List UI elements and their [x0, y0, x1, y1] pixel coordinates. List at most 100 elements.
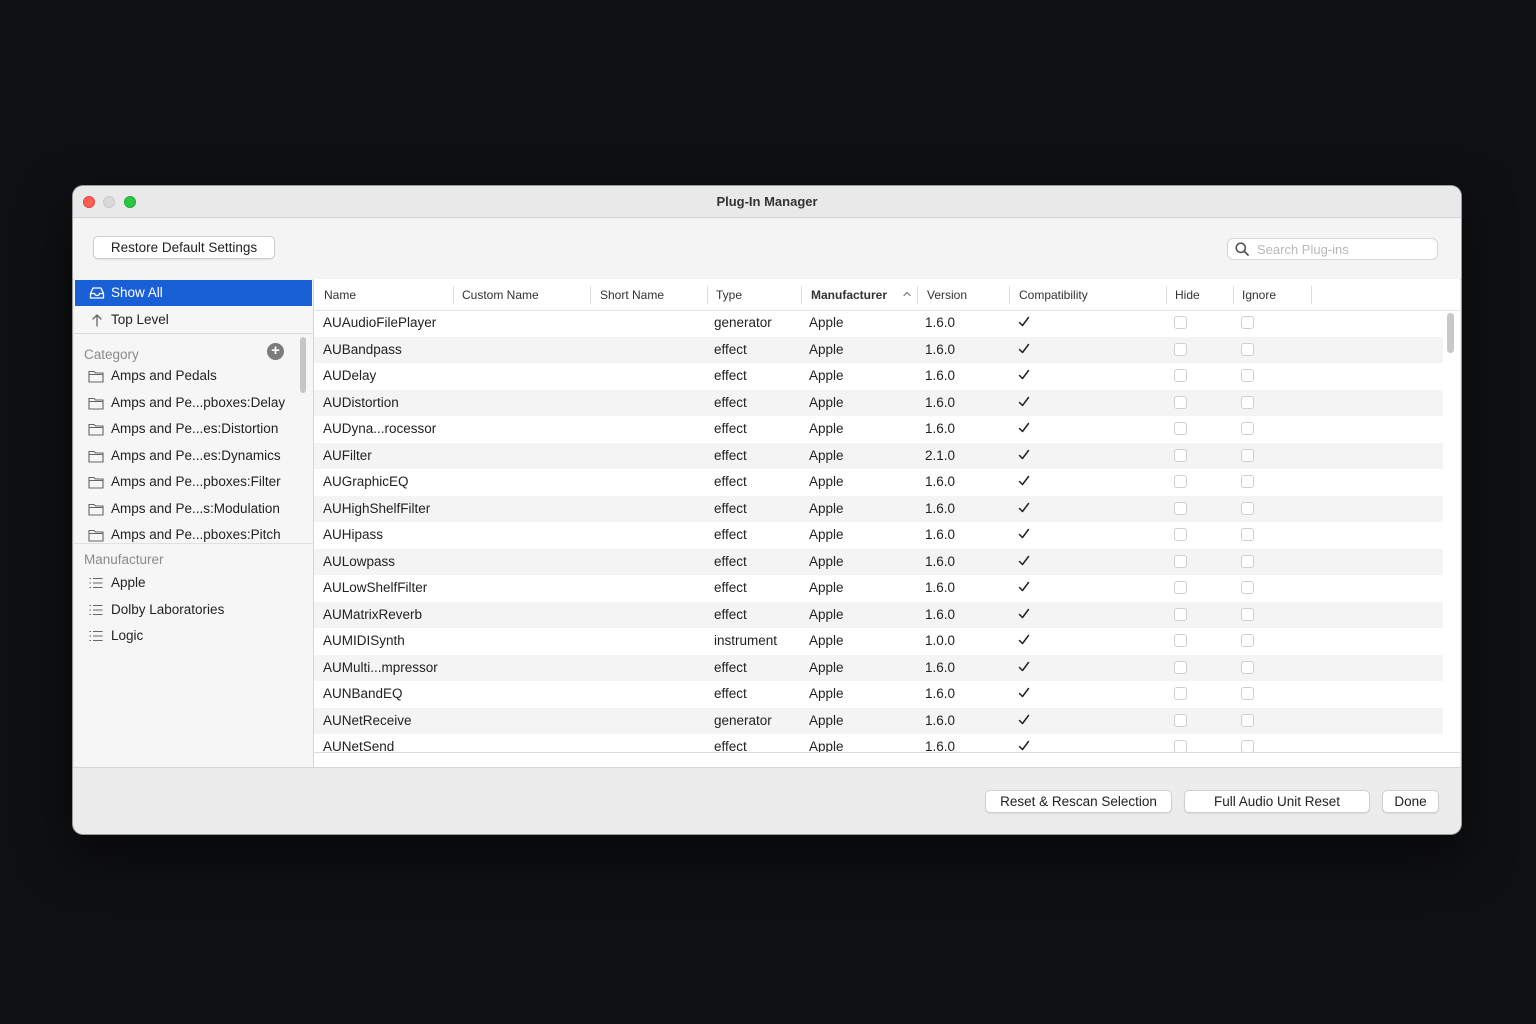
plugin-manufacturer-cell: Apple — [809, 527, 844, 542]
sidebar-item-category[interactable]: Amps and Pe...s:Modulation — [74, 496, 300, 522]
table-row[interactable]: AULowShelfFilter effect Apple 1.6.0 — [314, 575, 1443, 602]
column-separator[interactable] — [1009, 286, 1010, 304]
hide-checkbox[interactable] — [1174, 607, 1187, 621]
ignore-checkbox[interactable] — [1241, 554, 1254, 568]
column-header-type[interactable]: Type — [716, 288, 742, 302]
ignore-checkbox[interactable] — [1241, 448, 1254, 462]
hide-checkbox[interactable] — [1174, 660, 1187, 674]
hide-checkbox[interactable] — [1174, 448, 1187, 462]
add-category-button[interactable]: + — [267, 343, 284, 360]
ignore-checkbox[interactable] — [1241, 528, 1254, 541]
restore-default-settings-button[interactable]: Restore Default Settings — [93, 236, 275, 259]
table-row[interactable]: AUMatrixReverb effect Apple 1.6.0 — [314, 601, 1443, 628]
ignore-checkbox[interactable] — [1241, 713, 1254, 727]
table-row[interactable]: AUHipass effect Apple 1.6.0 — [314, 522, 1443, 549]
column-header-version[interactable]: Version — [927, 288, 967, 302]
hide-checkbox[interactable] — [1174, 369, 1187, 382]
sidebar-item-manufacturer[interactable]: Dolby Laboratories — [74, 597, 310, 623]
column-separator[interactable] — [453, 286, 454, 304]
full-audio-unit-reset-button[interactable]: Full Audio Unit Reset — [1184, 790, 1370, 813]
column-separator[interactable] — [917, 286, 918, 304]
table-row[interactable]: AULowpass effect Apple 1.6.0 — [314, 548, 1443, 575]
table-row[interactable]: AUBandpass effect Apple 1.6.0 — [314, 336, 1443, 363]
table-row[interactable]: AUMulti...mpressor effect Apple 1.6.0 — [314, 654, 1443, 681]
ignore-checkbox[interactable] — [1241, 316, 1254, 329]
table-row[interactable]: AUMIDISynth instrument Apple 1.0.0 — [314, 628, 1443, 655]
sidebar-item-category[interactable]: Amps and Pe...es:Distortion — [74, 416, 300, 442]
plugin-name-cell: AUNetSend — [323, 739, 395, 752]
sidebar-item-top-level[interactable]: Top Level — [75, 307, 312, 333]
column-separator[interactable] — [1311, 286, 1312, 304]
hide-checkbox[interactable] — [1174, 422, 1187, 435]
table-body: AUAudioFilePlayer generator Apple 1.6.0 AUBa… — [314, 310, 1443, 752]
hide-checkbox[interactable] — [1174, 501, 1187, 515]
ignore-checkbox[interactable] — [1241, 342, 1254, 356]
search-field[interactable]: Search Plug-ins — [1227, 238, 1438, 260]
column-separator[interactable] — [1233, 286, 1234, 304]
hide-checkbox[interactable] — [1174, 581, 1187, 594]
table-row[interactable]: AUAudioFilePlayer generator Apple 1.6.0 — [314, 310, 1443, 337]
hide-checkbox[interactable] — [1174, 740, 1187, 752]
table-row[interactable]: AUHighShelfFilter effect Apple 1.6.0 — [314, 495, 1443, 522]
table-row[interactable]: AUDelay effect Apple 1.6.0 — [314, 363, 1443, 390]
column-header-ignore[interactable]: Ignore — [1242, 288, 1276, 302]
table-row[interactable]: AUDyna...rocessor effect Apple 1.6.0 — [314, 416, 1443, 443]
column-header-name[interactable]: Name — [324, 288, 356, 302]
sidebar-item-category[interactable]: Amps and Pe...pboxes:Pitch — [74, 522, 300, 543]
hide-checkbox[interactable] — [1174, 554, 1187, 568]
table-row[interactable]: AUFilter effect Apple 2.1.0 — [314, 442, 1443, 469]
column-header-short-name[interactable]: Short Name — [600, 288, 664, 302]
hide-checkbox[interactable] — [1174, 713, 1187, 727]
sidebar-item-manufacturer[interactable]: Logic — [74, 623, 310, 649]
plugin-version-cell: 1.6.0 — [925, 500, 956, 516]
sidebar-item-show-all[interactable]: Show All — [75, 280, 312, 306]
ignore-checkbox[interactable] — [1241, 581, 1254, 594]
column-separator[interactable] — [707, 286, 708, 304]
ignore-checkbox[interactable] — [1241, 501, 1254, 515]
category-label: Amps and Pe...pboxes:Delay — [111, 394, 286, 410]
done-button[interactable]: Done — [1382, 790, 1439, 813]
hide-checkbox[interactable] — [1174, 634, 1187, 647]
table-scrollbar[interactable] — [1447, 313, 1454, 353]
ignore-checkbox[interactable] — [1241, 422, 1254, 435]
hide-checkbox[interactable] — [1174, 687, 1187, 700]
ignore-checkbox[interactable] — [1241, 740, 1254, 752]
sidebar-item-category[interactable]: Amps and Pe...es:Dynamics — [74, 443, 300, 469]
column-header-hide[interactable]: Hide — [1175, 288, 1200, 302]
category-label: Amps and Pe...pboxes:Filter — [111, 474, 281, 489]
ignore-checkbox[interactable] — [1241, 369, 1254, 382]
ignore-checkbox[interactable] — [1241, 475, 1254, 488]
column-header-manufacturer[interactable]: Manufacturer — [811, 288, 887, 302]
table-row[interactable]: AUDistortion effect Apple 1.6.0 — [314, 389, 1443, 416]
ignore-checkbox[interactable] — [1241, 607, 1254, 621]
sidebar-item-category[interactable]: Amps and Pe...pboxes:Filter — [74, 469, 300, 495]
folder-icon — [88, 529, 104, 542]
plugin-name-cell: AULowShelfFilter — [323, 580, 428, 595]
reset-rescan-selection-button[interactable]: Reset & Rescan Selection — [985, 790, 1172, 813]
table-row[interactable]: AUGraphicEQ effect Apple 1.6.0 — [314, 469, 1443, 496]
column-separator[interactable] — [801, 286, 802, 304]
manufacturer-label: Dolby Laboratories — [111, 601, 225, 617]
hide-checkbox[interactable] — [1174, 316, 1187, 329]
column-header-custom-name[interactable]: Custom Name — [462, 288, 539, 302]
column-header-compatibility[interactable]: Compatibility — [1019, 288, 1088, 302]
category-scrollbar[interactable] — [300, 337, 306, 393]
sidebar-item-manufacturer[interactable]: Apple — [74, 570, 310, 596]
ignore-checkbox[interactable] — [1241, 634, 1254, 647]
table-row[interactable]: AUNetSend effect Apple 1.6.0 — [314, 734, 1443, 752]
plugin-type-cell: effect — [714, 739, 747, 752]
ignore-checkbox[interactable] — [1241, 660, 1254, 674]
hide-checkbox[interactable] — [1174, 342, 1187, 356]
sidebar-item-category[interactable]: Amps and Pedals — [74, 363, 300, 389]
ignore-checkbox[interactable] — [1241, 395, 1254, 409]
hide-checkbox[interactable] — [1174, 395, 1187, 409]
plugin-name-cell: AUDyna...rocessor — [323, 421, 437, 436]
sidebar-item-category[interactable]: Amps and Pe...pboxes:Delay — [74, 390, 300, 416]
hide-checkbox[interactable] — [1174, 475, 1187, 488]
column-separator[interactable] — [590, 286, 591, 304]
hide-checkbox[interactable] — [1174, 528, 1187, 541]
column-separator[interactable] — [1166, 286, 1167, 304]
table-row[interactable]: AUNBandEQ effect Apple 1.6.0 — [314, 681, 1443, 708]
ignore-checkbox[interactable] — [1241, 687, 1254, 700]
table-row[interactable]: AUNetReceive generator Apple 1.6.0 — [314, 707, 1443, 734]
